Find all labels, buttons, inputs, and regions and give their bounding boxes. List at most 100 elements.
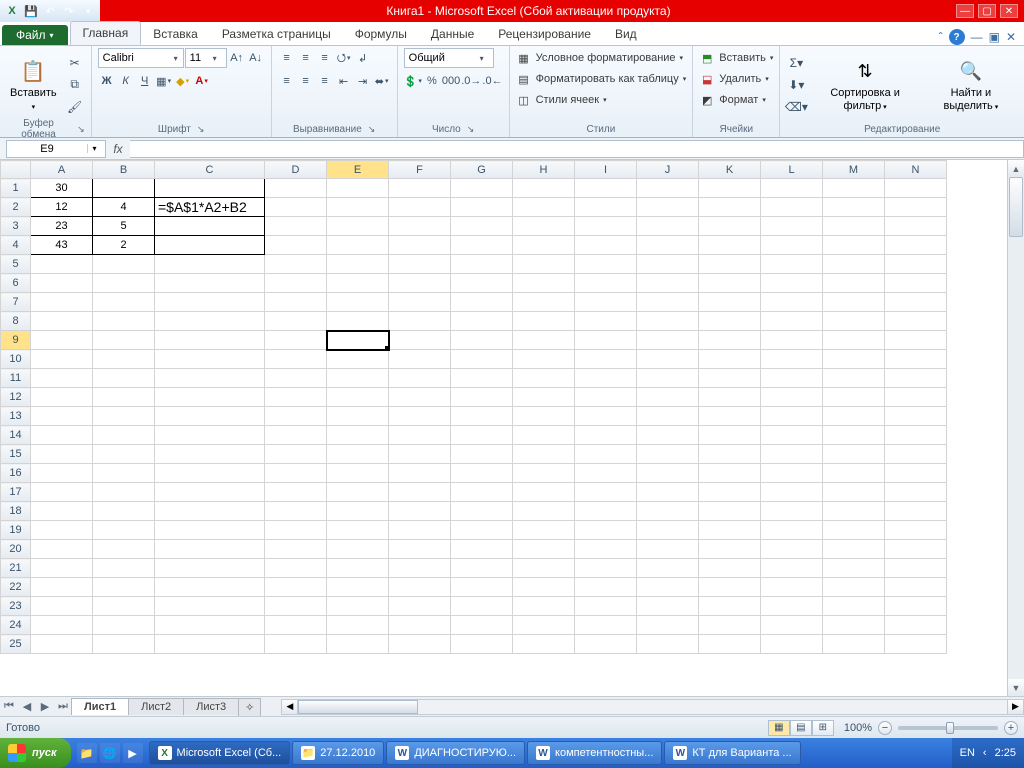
row-header-12[interactable]: 12 — [1, 388, 31, 407]
cell-H5[interactable] — [513, 255, 575, 274]
cell-B3[interactable]: 5 — [93, 217, 155, 236]
row-header-15[interactable]: 15 — [1, 445, 31, 464]
cell-H21[interactable] — [513, 559, 575, 578]
number-launcher-icon[interactable]: ↘ — [467, 124, 475, 135]
cell-H25[interactable] — [513, 635, 575, 654]
cell-N7[interactable] — [885, 293, 947, 312]
cell-N23[interactable] — [885, 597, 947, 616]
cell-K6[interactable] — [699, 274, 761, 293]
cell-I17[interactable] — [575, 483, 637, 502]
cell-K2[interactable] — [699, 198, 761, 217]
cell-J1[interactable] — [637, 179, 699, 198]
cell-L1[interactable] — [761, 179, 823, 198]
maximize-button[interactable]: ▢ — [978, 4, 996, 18]
workbook-restore-icon[interactable]: ▣ — [989, 30, 1000, 44]
cell-G23[interactable] — [451, 597, 513, 616]
format-as-table-button[interactable]: ▤Форматировать как таблицу ▾ — [516, 69, 687, 89]
cell-C1[interactable] — [155, 179, 265, 198]
namebox-dropdown-icon[interactable]: ▾ — [87, 144, 101, 153]
scroll-down-icon[interactable]: ▼ — [1008, 679, 1024, 696]
underline-button[interactable]: Ч — [136, 71, 154, 91]
cell-I12[interactable] — [575, 388, 637, 407]
cell-C12[interactable] — [155, 388, 265, 407]
tab-view[interactable]: Вид — [603, 23, 649, 45]
cell-D24[interactable] — [265, 616, 327, 635]
cell-D6[interactable] — [265, 274, 327, 293]
cell-J15[interactable] — [637, 445, 699, 464]
cell-B21[interactable] — [93, 559, 155, 578]
comma-icon[interactable]: 000 — [442, 71, 460, 91]
italic-button[interactable]: К — [117, 71, 135, 91]
cell-L13[interactable] — [761, 407, 823, 426]
workbook-close-icon[interactable]: ✕ — [1006, 30, 1016, 44]
cell-H3[interactable] — [513, 217, 575, 236]
cell-M15[interactable] — [823, 445, 885, 464]
tab-file[interactable]: Файл — [2, 25, 68, 45]
cell-M19[interactable] — [823, 521, 885, 540]
cell-H10[interactable] — [513, 350, 575, 369]
row-header-2[interactable]: 2 — [1, 198, 31, 217]
row-header-4[interactable]: 4 — [1, 236, 31, 255]
cell-K24[interactable] — [699, 616, 761, 635]
cell-M14[interactable] — [823, 426, 885, 445]
cell-A25[interactable] — [31, 635, 93, 654]
cell-N25[interactable] — [885, 635, 947, 654]
cell-E3[interactable] — [327, 217, 389, 236]
cell-E16[interactable] — [327, 464, 389, 483]
cell-F10[interactable] — [389, 350, 451, 369]
cell-C16[interactable] — [155, 464, 265, 483]
border-button[interactable]: ▦ — [155, 71, 173, 91]
cell-I7[interactable] — [575, 293, 637, 312]
cell-B11[interactable] — [93, 369, 155, 388]
cell-D25[interactable] — [265, 635, 327, 654]
cell-F16[interactable] — [389, 464, 451, 483]
cell-E11[interactable] — [327, 369, 389, 388]
cell-M1[interactable] — [823, 179, 885, 198]
taskbar-item-2[interactable]: WДИАГНОСТИРУЮ... — [386, 741, 525, 765]
cell-D14[interactable] — [265, 426, 327, 445]
help-icon[interactable]: ? — [949, 29, 965, 45]
cell-E22[interactable] — [327, 578, 389, 597]
cell-E21[interactable] — [327, 559, 389, 578]
cell-L11[interactable] — [761, 369, 823, 388]
cell-F8[interactable] — [389, 312, 451, 331]
cell-C7[interactable] — [155, 293, 265, 312]
taskbar-item-4[interactable]: WКТ для Варианта ... — [664, 741, 800, 765]
col-header-H[interactable]: H — [513, 161, 575, 179]
cell-B17[interactable] — [93, 483, 155, 502]
cell-E23[interactable] — [327, 597, 389, 616]
cell-K22[interactable] — [699, 578, 761, 597]
cell-F19[interactable] — [389, 521, 451, 540]
col-header-N[interactable]: N — [885, 161, 947, 179]
cell-A17[interactable] — [31, 483, 93, 502]
cell-E6[interactable] — [327, 274, 389, 293]
cell-G7[interactable] — [451, 293, 513, 312]
cell-E4[interactable] — [327, 236, 389, 255]
cell-H8[interactable] — [513, 312, 575, 331]
cell-N17[interactable] — [885, 483, 947, 502]
cell-G19[interactable] — [451, 521, 513, 540]
sort-filter-button[interactable]: ⇅ Сортировка и фильтр — [810, 55, 919, 113]
cell-A3[interactable]: 23 — [31, 217, 93, 236]
cell-D17[interactable] — [265, 483, 327, 502]
row-header-21[interactable]: 21 — [1, 559, 31, 578]
scroll-left-icon[interactable]: ◀ — [281, 699, 298, 715]
col-header-F[interactable]: F — [389, 161, 451, 179]
cell-D8[interactable] — [265, 312, 327, 331]
cell-H9[interactable] — [513, 331, 575, 350]
cell-K10[interactable] — [699, 350, 761, 369]
cell-L23[interactable] — [761, 597, 823, 616]
cell-I3[interactable] — [575, 217, 637, 236]
cell-N21[interactable] — [885, 559, 947, 578]
align-center-icon[interactable]: ≡ — [297, 71, 315, 91]
cell-M21[interactable] — [823, 559, 885, 578]
cell-M17[interactable] — [823, 483, 885, 502]
cell-C22[interactable] — [155, 578, 265, 597]
cell-M3[interactable] — [823, 217, 885, 236]
zoom-in-icon[interactable]: + — [1004, 721, 1018, 735]
cell-G8[interactable] — [451, 312, 513, 331]
cell-N16[interactable] — [885, 464, 947, 483]
row-header-23[interactable]: 23 — [1, 597, 31, 616]
cell-M23[interactable] — [823, 597, 885, 616]
cell-H4[interactable] — [513, 236, 575, 255]
